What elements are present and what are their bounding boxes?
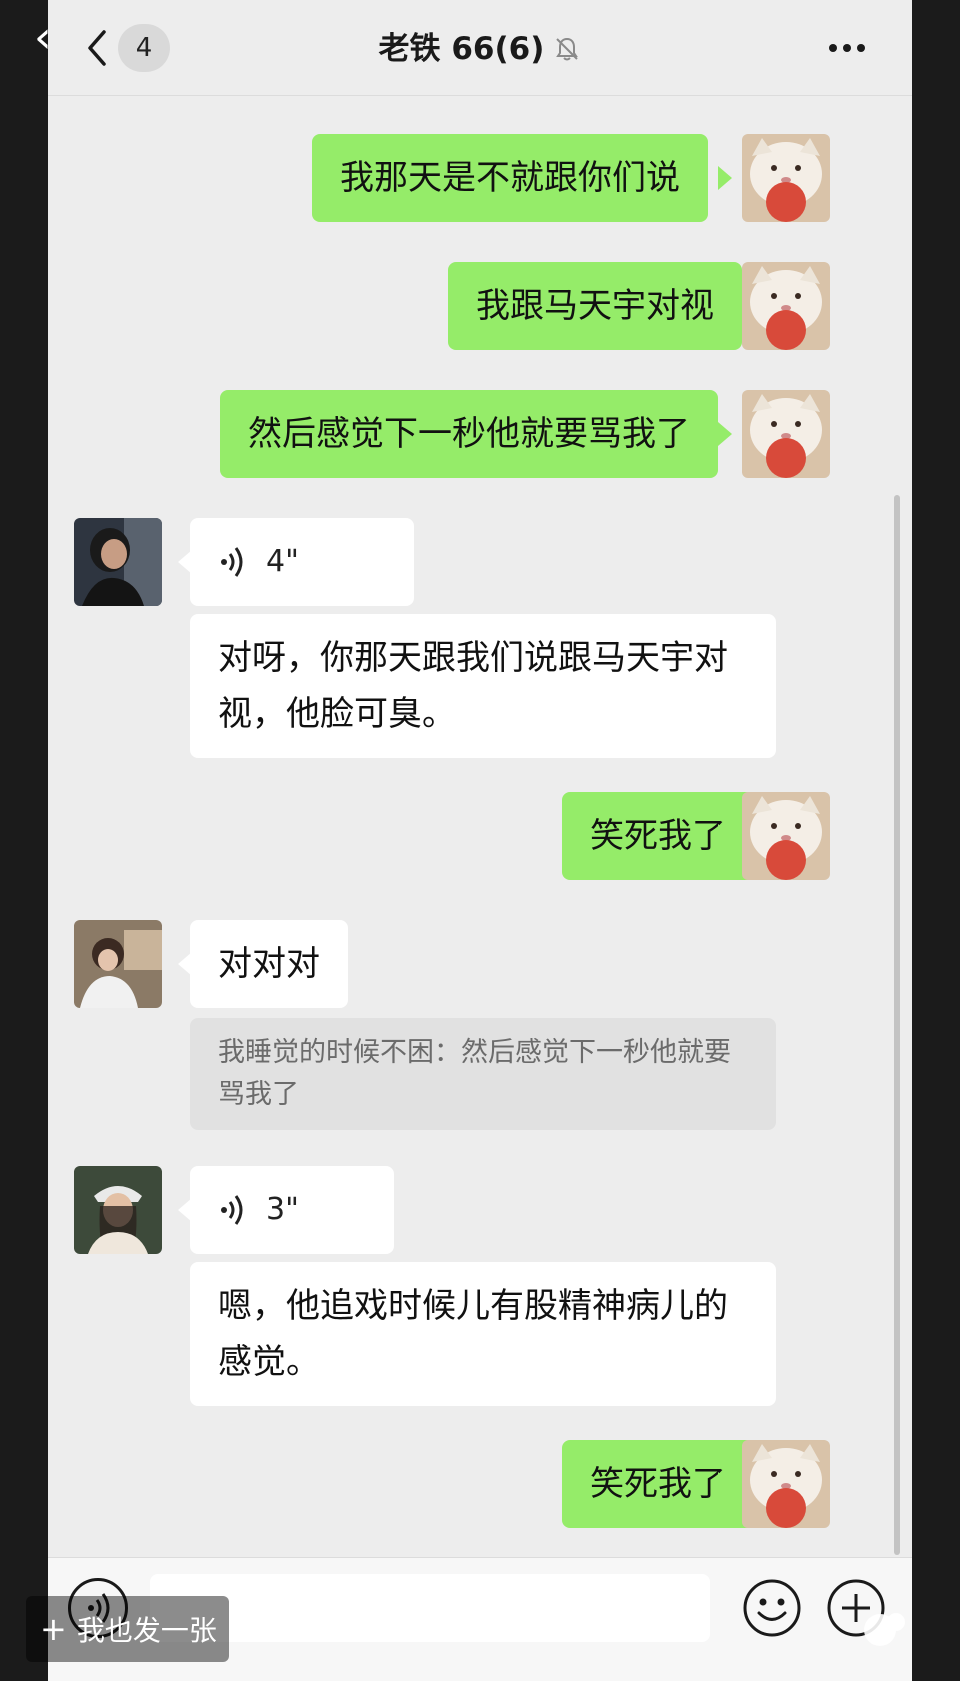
- chat-screen: 4 老铁 66(6) 我那天是不就跟你们说 我跟马天宇对视 然后感觉下一秒他就要…: [48, 0, 912, 1681]
- emoji-icon[interactable]: [742, 1578, 802, 1638]
- quoted-reply[interactable]: 我睡觉的时候不困：然后感觉下一秒他就要骂我了: [190, 1018, 776, 1130]
- self-avatar[interactable]: [742, 134, 830, 222]
- share-watermark[interactable]: + 我也发一张: [26, 1596, 229, 1662]
- corner-logo-icon: [846, 1600, 916, 1660]
- voice-wave-icon: [218, 544, 248, 580]
- incoming-message[interactable]: 对对对: [190, 920, 348, 1008]
- outgoing-message[interactable]: 我那天是不就跟你们说: [312, 134, 708, 222]
- bubble-tail: [178, 550, 192, 574]
- voice-wave-icon: [218, 1192, 248, 1228]
- scrollbar[interactable]: [894, 495, 900, 1555]
- voice-message[interactable]: 4": [190, 518, 414, 606]
- self-avatar[interactable]: [742, 1440, 830, 1528]
- more-dots-icon[interactable]: [822, 24, 872, 72]
- bubble-tail: [718, 422, 732, 446]
- self-avatar[interactable]: [742, 262, 830, 350]
- outgoing-message[interactable]: 然后感觉下一秒他就要骂我了: [220, 390, 718, 478]
- bubble-tail: [718, 824, 732, 848]
- voice-duration: 4": [266, 544, 299, 579]
- bubble-tail: [718, 166, 732, 190]
- watermark-plus: +: [40, 1610, 67, 1648]
- chat-header: 4 老铁 66(6): [48, 0, 912, 96]
- bubble-tail: [718, 1472, 732, 1496]
- member-avatar[interactable]: [74, 920, 162, 1008]
- member-avatar[interactable]: [74, 518, 162, 606]
- self-avatar[interactable]: [742, 792, 830, 880]
- chat-title: 老铁 66(6): [378, 31, 545, 67]
- mute-bell-icon: [553, 35, 581, 63]
- bubble-tail: [178, 952, 192, 976]
- voice-duration: 3": [266, 1192, 299, 1227]
- incoming-message[interactable]: 嗯，他追戏时候儿有股精神病儿的感觉。: [190, 1262, 776, 1406]
- outgoing-message[interactable]: 我跟马天宇对视: [448, 262, 742, 350]
- chat-title-area: 老铁 66(6): [48, 24, 912, 74]
- member-avatar[interactable]: [74, 1166, 162, 1254]
- message-input[interactable]: [150, 1574, 710, 1642]
- self-avatar[interactable]: [742, 390, 830, 478]
- watermark-text: 我也发一张: [76, 1614, 217, 1647]
- incoming-message[interactable]: 对呀，你那天跟我们说跟马天宇对视，他脸可臭。: [190, 614, 776, 758]
- bubble-tail: [718, 294, 732, 318]
- voice-message[interactable]: 3": [190, 1166, 394, 1254]
- bubble-tail: [178, 1198, 192, 1222]
